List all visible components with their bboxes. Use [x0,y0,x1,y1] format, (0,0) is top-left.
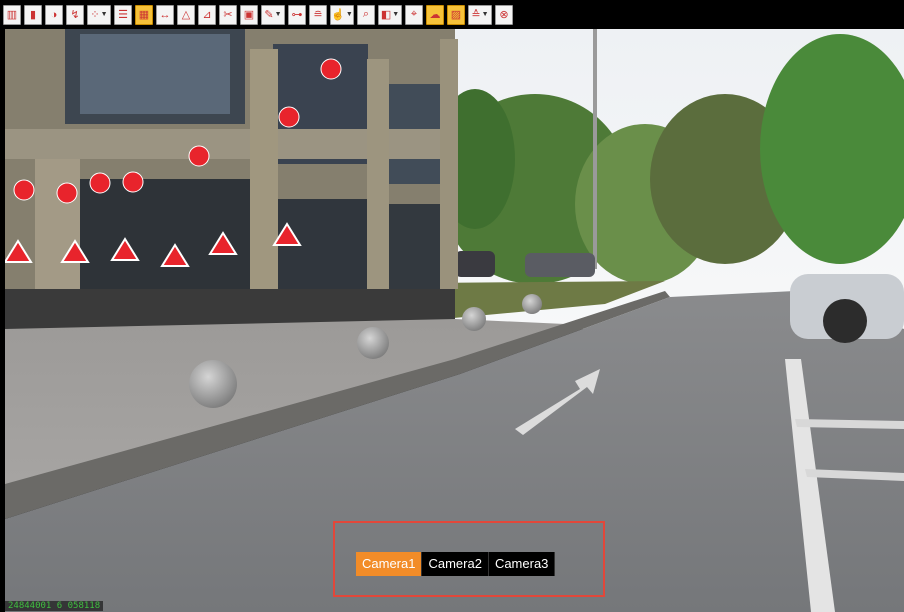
link-icon: ⊶ [291,9,303,21]
brush-icon: ✎ [264,9,274,21]
target-button[interactable]: ⌖ [405,4,423,25]
layers-stack-icon: ≙ [471,9,481,21]
close-circle-icon: ⊗ [499,9,509,21]
target-icon: ⌖ [410,8,418,20]
pointer-icon: ☝ [331,9,345,21]
chevron-down-icon: ▼ [481,11,489,18]
filter-icon: ☰ [118,9,128,21]
link-button[interactable]: ⊶ [288,4,306,25]
chevron-down-icon: ▼ [345,11,353,18]
bar-chart-button[interactable]: ▮ [24,4,42,25]
circle-marker[interactable] [122,171,144,193]
route-button[interactable]: ↯ [66,4,84,25]
box-select-icon: ▣ [243,9,255,21]
brush-button[interactable]: ✎ ▼ [261,4,285,25]
circle-marker[interactable] [13,179,35,201]
slice-button[interactable]: ≘ [309,4,327,25]
filter-button[interactable]: ☰ [114,4,132,25]
layer-icon: ▥ [6,9,18,21]
classify-button[interactable]: ▦ [135,4,153,25]
close-circle-button[interactable]: ⊗ [495,4,513,25]
circle-marker[interactable] [56,182,78,204]
cut-icon: ✂ [223,9,233,21]
route-icon: ↯ [70,9,80,21]
color-palette-button[interactable]: ◑ [45,4,63,25]
point-group-button[interactable]: ⁘ ▼ [87,4,111,25]
camera-tabs: Camera1 Camera2 Camera3 [356,552,556,576]
triangle-measure-button[interactable]: △ [177,4,195,25]
circle-marker[interactable] [278,106,300,128]
bar-chart-icon: ▮ [29,9,37,21]
view-cube-icon: ◧ [380,9,392,21]
angle-icon: ⊿ [202,9,212,21]
classify-icon: ▦ [138,9,150,21]
triangle-measure-icon: △ [181,9,191,21]
view-cube-button[interactable]: ◧ ▼ [378,4,402,25]
tab-camera2[interactable]: Camera2 [422,552,489,576]
chevron-down-icon: ▼ [100,11,108,18]
box-select-button[interactable]: ▣ [240,4,258,25]
zoom-button[interactable]: ⌕ [357,4,375,25]
layers-stack-button[interactable]: ≙ ▼ [468,4,492,25]
cloud-icon: ☁ [429,9,441,21]
circle-marker[interactable] [89,172,111,194]
point-group-icon: ⁘ [90,9,100,21]
chevron-down-icon: ▼ [274,11,282,18]
layer-button[interactable]: ▥ [3,4,21,25]
pointer-button[interactable]: ☝ ▼ [330,4,354,25]
image-button[interactable]: ▨ [447,4,465,25]
chevron-down-icon: ▼ [392,11,400,18]
zoom-icon: ⌕ [362,8,370,20]
circle-marker[interactable] [188,145,210,167]
distance-icon: ↔ [159,8,171,21]
coordinate-readout: 24844001 6 058118 [5,601,104,611]
toolbar: ▥ ▮ ◑ ↯ ⁘ ▼ ☰ ▦ ↔ △ ⊿ ✂ ▣ ✎ ▼ ⊶ ≘ ☝ ▼ ⌕ ◧ ▼ ⌖ ☁ ▨ ≙ ▼ ⊗ [0,0,904,29]
color-palette-icon: ◑ [50,8,58,21]
image-icon: ▨ [450,9,462,21]
slice-icon: ≘ [313,9,323,21]
tab-camera3[interactable]: Camera3 [488,552,556,576]
circle-marker[interactable] [320,58,342,80]
cut-button[interactable]: ✂ [219,4,237,25]
distance-button[interactable]: ↔ [156,4,174,25]
cloud-button[interactable]: ☁ [426,4,444,25]
tab-camera1[interactable]: Camera1 [356,552,423,576]
angle-button[interactable]: ⊿ [198,4,216,25]
